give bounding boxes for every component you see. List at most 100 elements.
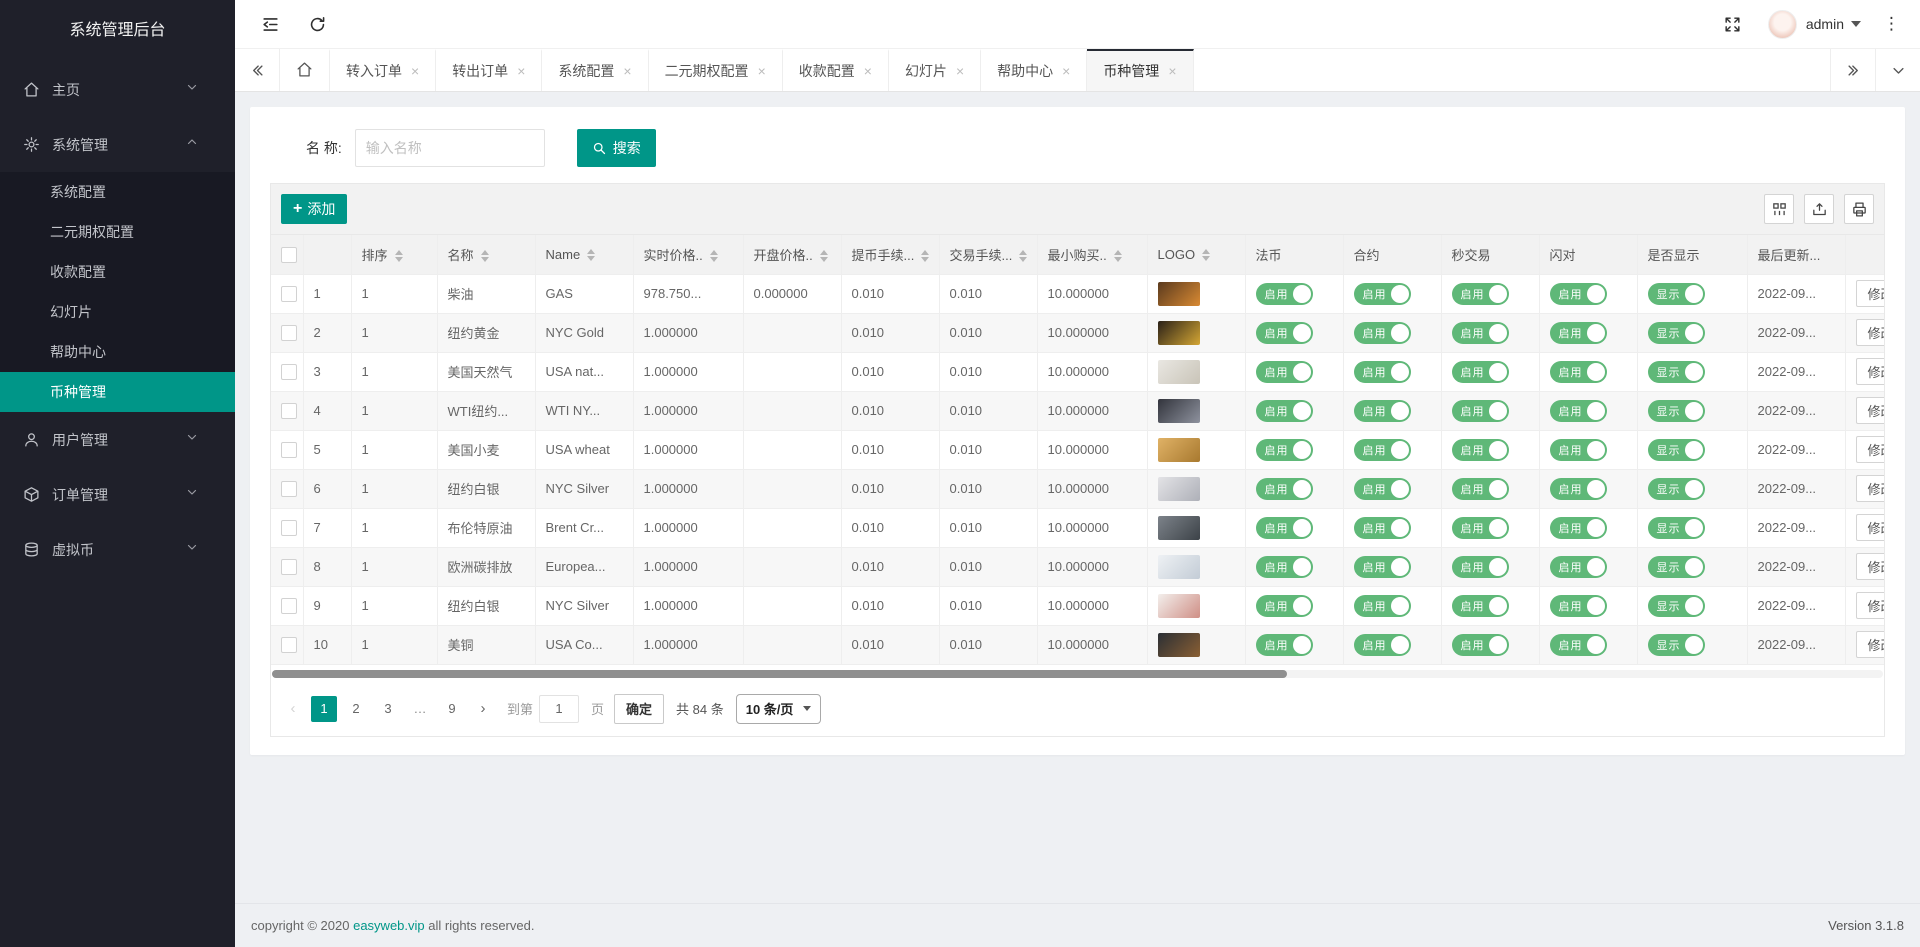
visible-toggle[interactable]: 显示 [1648, 478, 1705, 500]
horizontal-scrollbar[interactable] [272, 670, 1883, 678]
scrollbar-thumb[interactable] [272, 670, 1287, 678]
legal-toggle[interactable]: 启用 [1256, 634, 1313, 656]
col-header-name[interactable]: 名称 [437, 235, 535, 274]
sort-icon[interactable] [587, 249, 595, 261]
edit-button[interactable]: 修改 [1856, 592, 1885, 619]
edit-button[interactable]: 修改 [1856, 553, 1885, 580]
seconds-trade-toggle[interactable]: 启用 [1452, 361, 1509, 383]
refresh-icon[interactable] [308, 15, 327, 34]
sort-icon[interactable] [921, 250, 929, 262]
edit-button[interactable]: 修改 [1856, 319, 1885, 346]
edit-button[interactable]: 修改 [1856, 475, 1885, 502]
tab-home[interactable] [280, 49, 330, 91]
contract-toggle[interactable]: 启用 [1354, 517, 1411, 539]
tab-transfer-in-orders[interactable]: 转入订单× [330, 49, 436, 91]
tab-binary-option-config[interactable]: 二元期权配置× [649, 49, 783, 91]
seconds-trade-toggle[interactable]: 启用 [1452, 595, 1509, 617]
tab-close-icon[interactable]: × [864, 64, 872, 78]
sidebar-subitem-slides[interactable]: 幻灯片 [0, 292, 235, 332]
contract-toggle[interactable]: 启用 [1354, 283, 1411, 305]
seconds-trade-toggle[interactable]: 启用 [1452, 517, 1509, 539]
sort-icon[interactable] [1114, 250, 1122, 262]
legal-toggle[interactable]: 启用 [1256, 478, 1313, 500]
legal-toggle[interactable]: 启用 [1256, 595, 1313, 617]
page-button-9[interactable]: 9 [439, 696, 465, 722]
print-button[interactable] [1844, 194, 1874, 224]
tab-payment-config[interactable]: 收款配置× [783, 49, 889, 91]
visible-toggle[interactable]: 显示 [1648, 634, 1705, 656]
sort-icon[interactable] [820, 250, 828, 262]
edit-button[interactable]: 修改 [1856, 631, 1885, 658]
tab-system-config[interactable]: 系统配置× [542, 49, 648, 91]
search-input[interactable] [355, 129, 545, 167]
contract-toggle[interactable]: 启用 [1354, 400, 1411, 422]
export-button[interactable] [1804, 194, 1834, 224]
contract-toggle[interactable]: 启用 [1354, 322, 1411, 344]
fullscreen-icon[interactable] [1723, 15, 1742, 34]
tab-transfer-out-orders[interactable]: 转出订单× [436, 49, 542, 91]
tab-close-icon[interactable]: × [1062, 64, 1070, 78]
user-avatar[interactable] [1768, 10, 1797, 39]
seconds-trade-toggle[interactable]: 启用 [1452, 634, 1509, 656]
visible-toggle[interactable]: 显示 [1648, 556, 1705, 578]
flash-swap-toggle[interactable]: 启用 [1550, 595, 1607, 617]
easyweb-link[interactable]: easyweb.vip [353, 918, 425, 933]
tabs-scroll-right-button[interactable] [1830, 49, 1875, 91]
seconds-trade-toggle[interactable]: 启用 [1452, 400, 1509, 422]
seconds-trade-toggle[interactable]: 启用 [1452, 322, 1509, 344]
row-checkbox[interactable] [281, 442, 297, 458]
flash-swap-toggle[interactable]: 启用 [1550, 517, 1607, 539]
row-checkbox[interactable] [281, 325, 297, 341]
sort-icon[interactable] [710, 250, 718, 262]
row-checkbox[interactable] [281, 559, 297, 575]
col-header-name-en[interactable]: Name [535, 235, 633, 274]
prev-page-button[interactable]: ‹ [281, 696, 305, 722]
sidebar-item-system[interactable]: 系统管理 [0, 117, 235, 172]
row-checkbox[interactable] [281, 481, 297, 497]
legal-toggle[interactable]: 启用 [1256, 361, 1313, 383]
visible-toggle[interactable]: 显示 [1648, 517, 1705, 539]
legal-toggle[interactable]: 启用 [1256, 283, 1313, 305]
page-button-2[interactable]: 2 [343, 696, 369, 722]
tab-close-icon[interactable]: × [758, 64, 766, 78]
edit-button[interactable]: 修改 [1856, 514, 1885, 541]
sort-icon[interactable] [395, 250, 403, 262]
contract-toggle[interactable]: 启用 [1354, 556, 1411, 578]
legal-toggle[interactable]: 启用 [1256, 322, 1313, 344]
flash-swap-toggle[interactable]: 启用 [1550, 634, 1607, 656]
confirm-button[interactable]: 确定 [614, 694, 664, 724]
flash-swap-toggle[interactable]: 启用 [1550, 478, 1607, 500]
flash-swap-toggle[interactable]: 启用 [1550, 361, 1607, 383]
sidebar-item-virtual-coin[interactable]: 虚拟币 [0, 522, 235, 577]
page-size-select[interactable]: 10 条/页 [736, 694, 822, 724]
visible-toggle[interactable]: 显示 [1648, 283, 1705, 305]
legal-toggle[interactable]: 启用 [1256, 517, 1313, 539]
sort-icon[interactable] [1019, 250, 1027, 262]
tab-close-icon[interactable]: × [517, 64, 525, 78]
flash-swap-toggle[interactable]: 启用 [1550, 439, 1607, 461]
jump-page-input[interactable] [539, 695, 579, 723]
search-button[interactable]: 搜索 [577, 129, 656, 167]
tab-help-center[interactable]: 帮助中心× [981, 49, 1087, 91]
tabs-menu-button[interactable] [1875, 49, 1920, 91]
more-options-icon[interactable]: ⋮ [1883, 14, 1900, 34]
row-checkbox[interactable] [281, 403, 297, 419]
contract-toggle[interactable]: 启用 [1354, 634, 1411, 656]
tab-coin-management[interactable]: 币种管理× [1087, 49, 1193, 91]
sidebar-subitem-system-config[interactable]: 系统配置 [0, 172, 235, 212]
seconds-trade-toggle[interactable]: 启用 [1452, 556, 1509, 578]
sidebar-item-order-management[interactable]: 订单管理 [0, 467, 235, 522]
menu-fold-icon[interactable] [261, 15, 280, 34]
tab-close-icon[interactable]: × [623, 64, 631, 78]
visible-toggle[interactable]: 显示 [1648, 439, 1705, 461]
row-checkbox[interactable] [281, 637, 297, 653]
seconds-trade-toggle[interactable]: 启用 [1452, 283, 1509, 305]
legal-toggle[interactable]: 启用 [1256, 439, 1313, 461]
seconds-trade-toggle[interactable]: 启用 [1452, 478, 1509, 500]
col-header-sort[interactable]: 排序 [351, 235, 437, 274]
flash-swap-toggle[interactable]: 启用 [1550, 283, 1607, 305]
edit-button[interactable]: 修改 [1856, 436, 1885, 463]
edit-button[interactable]: 修改 [1856, 280, 1885, 307]
legal-toggle[interactable]: 启用 [1256, 400, 1313, 422]
visible-toggle[interactable]: 显示 [1648, 595, 1705, 617]
